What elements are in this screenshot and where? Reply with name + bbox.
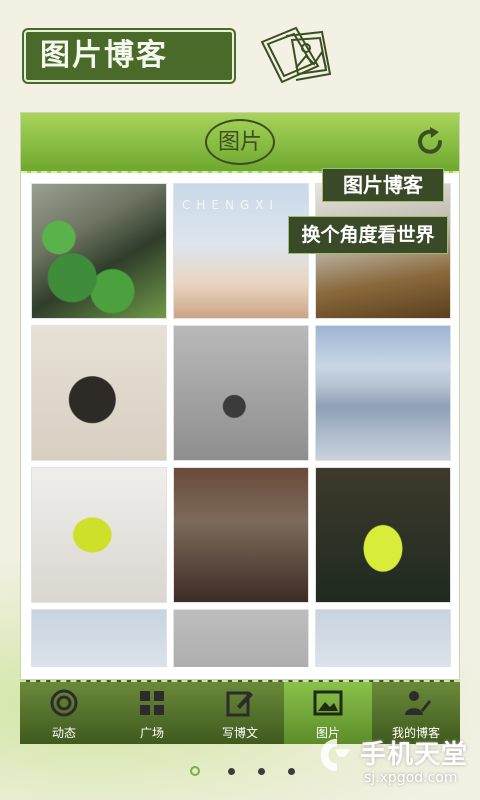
watermark-url: sj.xpgod.com — [364, 770, 458, 786]
photo-tile[interactable] — [31, 609, 167, 667]
nav-item-write[interactable]: 写博文 — [196, 682, 284, 744]
overlay-label-slogan: 换个角度看世界 — [288, 216, 448, 254]
watermark-text: 手机天堂 — [360, 740, 469, 770]
page-dot[interactable] — [228, 768, 235, 775]
photo-grid: CHENGXI — [31, 183, 451, 667]
photo-tile[interactable] — [31, 325, 167, 461]
photo-tile[interactable] — [315, 609, 451, 667]
image-icon — [313, 690, 343, 716]
photo-caption: CHENGXI — [182, 198, 280, 212]
page-dot[interactable] — [288, 768, 295, 775]
photo-tile[interactable] — [173, 467, 309, 603]
edit-icon — [226, 691, 253, 717]
photo-tile[interactable] — [173, 325, 309, 461]
nav-item-activity[interactable]: 动态 — [20, 682, 108, 744]
page-dot[interactable] — [258, 768, 265, 775]
photo-tile[interactable] — [31, 467, 167, 603]
target-icon — [50, 689, 78, 717]
photo-tile[interactable] — [315, 467, 451, 603]
panel-title: 图片 — [217, 130, 262, 155]
app-title-banner: 图片博客 — [24, 30, 234, 82]
page-dot-active[interactable] — [190, 766, 200, 776]
nav-label: 广场 — [139, 726, 164, 740]
watermark-logo-icon — [320, 738, 351, 772]
page-indicator — [188, 766, 308, 778]
photo-doodle-icon — [260, 26, 332, 84]
grid-icon — [140, 691, 164, 715]
nav-label: 写博文 — [221, 726, 258, 740]
nav-label: 动态 — [51, 726, 76, 740]
overlay-label-title: 图片博客 — [322, 168, 444, 202]
person-icon — [405, 691, 431, 715]
refresh-icon[interactable] — [413, 123, 449, 159]
watermark: 手机天堂 sj.xpgod.com — [318, 730, 478, 796]
nav-item-square[interactable]: 广场 — [108, 682, 196, 744]
photo-tile[interactable] — [315, 325, 451, 461]
panel-header: 图片 — [21, 113, 459, 173]
photo-tile[interactable] — [173, 609, 309, 667]
app-title: 图片博客 — [40, 38, 168, 73]
photo-tile[interactable] — [31, 183, 167, 319]
